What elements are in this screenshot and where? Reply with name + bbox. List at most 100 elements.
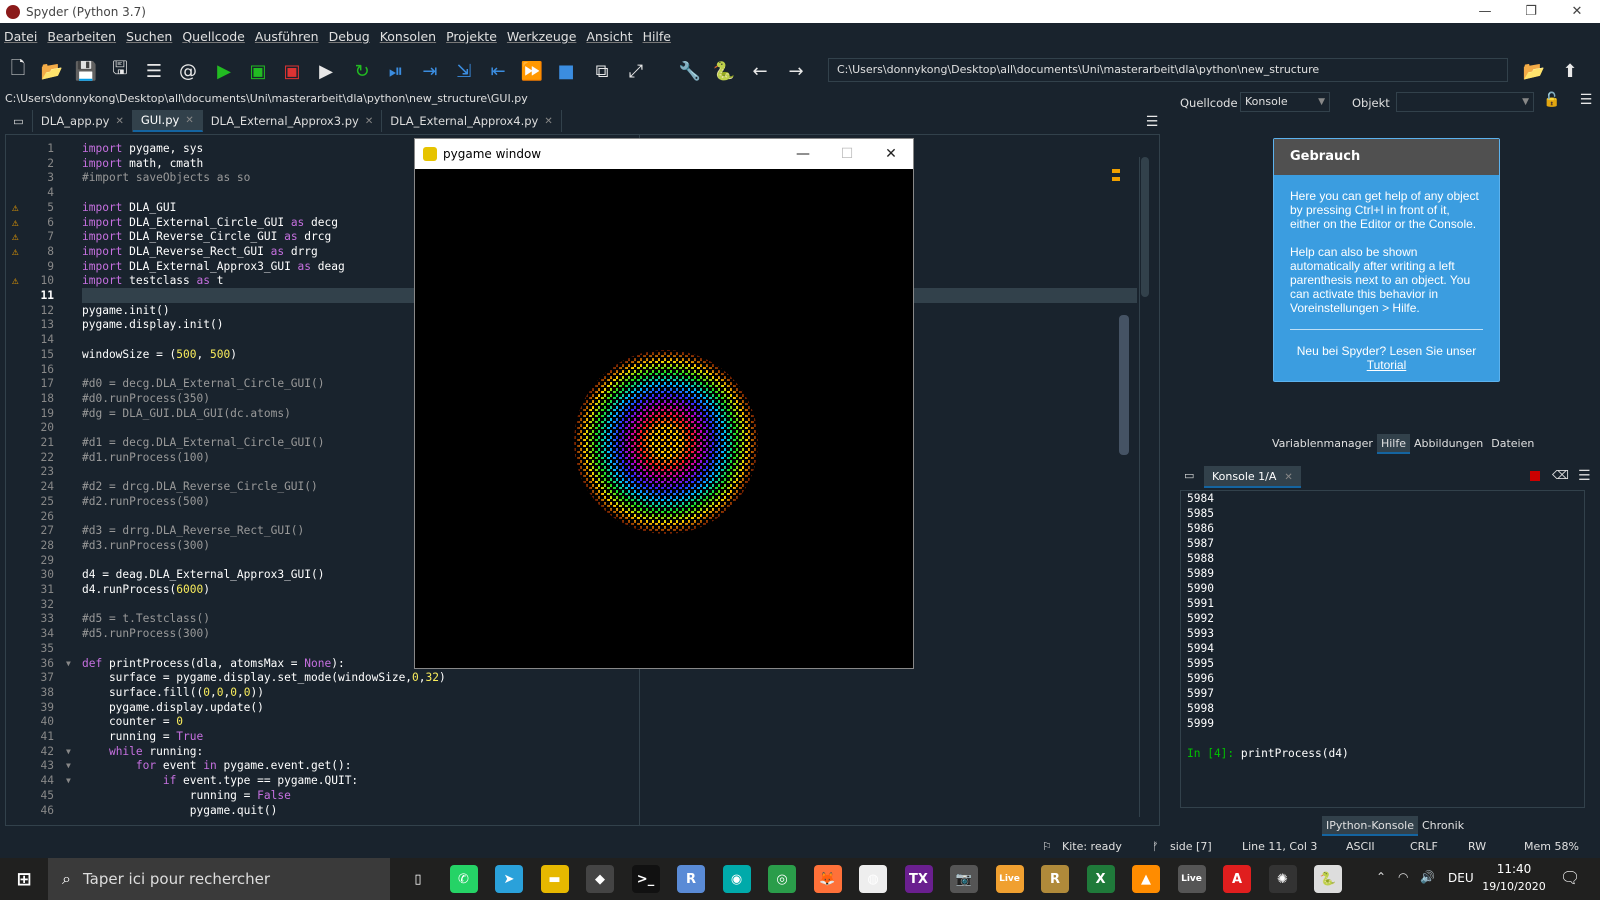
parent-dir-icon[interactable]: ⬆ (1558, 59, 1582, 83)
menu-debug[interactable]: Debug (329, 29, 370, 44)
source-combo[interactable]: Konsole ▼ (1240, 92, 1330, 112)
menu-datei[interactable]: Datei (4, 29, 37, 44)
menu-hilfe[interactable]: Hilfe (643, 29, 671, 44)
menu-projekte[interactable]: Projekte (446, 29, 497, 44)
working-directory-input[interactable]: C:\Users\donnykong\Desktop\all\documents… (828, 58, 1508, 82)
fold-icon[interactable]: ▼ (66, 773, 71, 788)
code-line[interactable]: 40 counter = 0 (6, 714, 1126, 729)
code-line[interactable]: 46 pygame.quit() (6, 803, 1126, 818)
close-tab-icon[interactable]: ✕ (544, 116, 552, 127)
pygame-titlebar[interactable]: pygame window — ☐ ✕ (415, 139, 913, 169)
console-prompt-line[interactable]: In [4]: printProcess(d4) (1181, 746, 1584, 761)
step-return-icon[interactable]: ⇤ (486, 59, 510, 83)
run-selection-icon[interactable]: ▶ (314, 59, 338, 83)
tab-variablenmanager[interactable]: Variablenmanager (1268, 434, 1377, 454)
forward-arrow-icon[interactable]: → (784, 59, 808, 83)
python-path-icon[interactable]: 🐍 (712, 59, 736, 83)
run-cell-advance-icon[interactable]: ▣ (280, 59, 304, 83)
editor-scrollbar[interactable] (1139, 157, 1149, 817)
excel-icon[interactable]: X (1086, 865, 1115, 893)
close-tab-icon[interactable]: ✕ (365, 116, 373, 127)
spider-icon[interactable]: ✺ (1268, 865, 1297, 893)
code-line[interactable]: 45 running = False (6, 788, 1126, 803)
fold-icon[interactable]: ▼ (66, 758, 71, 773)
wrench-icon[interactable]: 🔧 (678, 59, 702, 83)
open-folder-icon[interactable]: 📂 (40, 59, 64, 83)
menu-konsolen[interactable]: Konsolen (380, 29, 436, 44)
new-file-icon[interactable]: 🗋 (6, 58, 30, 83)
code-line[interactable]: 44 if event.type == pygame.QUIT: ▼ (6, 773, 1126, 788)
code-line[interactable]: 43 for event in pygame.event.get(): ▼ (6, 758, 1126, 773)
task-view-icon[interactable]: ▯ (404, 865, 432, 893)
tab-chronik[interactable]: Chronik (1418, 816, 1468, 836)
tutorial-link[interactable]: Tutorial (1367, 358, 1407, 372)
fold-icon[interactable]: ▼ (66, 656, 71, 671)
editor-menu-icon[interactable]: ☰ (1140, 110, 1164, 134)
console-menu-icon[interactable]: ☰ (1578, 468, 1591, 484)
league-icon[interactable]: R (1041, 865, 1069, 893)
vlc-icon[interactable]: ▲ (1132, 865, 1160, 893)
anaconda-icon[interactable]: ◎ (768, 865, 796, 893)
at-icon[interactable]: @ (176, 59, 200, 83)
code-line[interactable]: 42 while running: ▼ (6, 744, 1126, 759)
pdf-icon[interactable]: A (1223, 865, 1251, 893)
taskbar-search[interactable]: ⌕ Taper ici pour rechercher (48, 858, 390, 900)
code-line[interactable]: 37 surface = pygame.display.set_mode(win… (6, 670, 1126, 685)
console-tab[interactable]: Konsole 1/A ✕ (1204, 466, 1301, 488)
telegram-icon[interactable]: ➤ (495, 865, 523, 893)
code-line[interactable]: 41 running = True (6, 729, 1126, 744)
step-icon[interactable]: ⇥ (418, 59, 442, 83)
pygame-minimize-icon[interactable]: — (781, 139, 825, 169)
notifications-icon[interactable]: 🗨 (1560, 868, 1580, 887)
tab-dateien[interactable]: Dateien (1487, 434, 1538, 454)
tray-up-icon[interactable]: ⌃ (1376, 870, 1386, 884)
run-icon[interactable]: ▶ (212, 59, 236, 83)
maximize-pane-icon[interactable]: ⧉ (590, 59, 614, 83)
pygame-close-icon[interactable]: ✕ (869, 139, 913, 169)
menu-quellcode[interactable]: Quellcode (182, 29, 245, 44)
tab-external-approx4[interactable]: DLA_External_Approx4.py ✕ (382, 110, 562, 132)
tab-gui[interactable]: GUI.py ✕ (132, 110, 203, 132)
help-menu-icon[interactable]: ☰ (1574, 88, 1598, 112)
debug-icon[interactable]: ⏯ (384, 59, 408, 83)
code-line[interactable]: 39 pygame.display.update() (6, 700, 1126, 715)
live-icon[interactable]: Live (1177, 865, 1206, 893)
wifi-icon[interactable]: ◠ (1398, 870, 1408, 884)
eraser-icon[interactable]: ⌫ (1552, 468, 1569, 482)
warning-icon[interactable]: ⚠ (12, 215, 24, 229)
chrome-icon[interactable]: ◍ (859, 865, 887, 893)
tab-dla-app[interactable]: DLA_app.py ✕ (33, 110, 133, 132)
warning-icon[interactable]: ⚠ (12, 200, 24, 214)
tab-external-approx3[interactable]: DLA_External_Approx3.py ✕ (203, 110, 383, 132)
terminal-icon[interactable]: >_ (631, 865, 660, 893)
editor-scroll-thumb[interactable] (1119, 315, 1129, 455)
menu-suchen[interactable]: Suchen (126, 29, 172, 44)
stop-icon[interactable]: ■ (554, 59, 578, 83)
volume-icon[interactable]: 🔊 (1420, 870, 1435, 884)
scrollbar-thumb[interactable] (1141, 157, 1149, 297)
minimize-icon[interactable]: — (1462, 0, 1508, 23)
back-arrow-icon[interactable]: ← (748, 59, 772, 83)
whatsapp-icon[interactable]: ✆ (449, 865, 478, 893)
texstudio-icon[interactable]: TX (904, 865, 933, 893)
warning-icon[interactable]: ⚠ (12, 273, 24, 287)
close-tab-icon[interactable]: ✕ (115, 116, 123, 127)
menu-bearbeiten[interactable]: Bearbeiten (47, 29, 116, 44)
firefox-icon[interactable]: 🦊 (813, 865, 842, 893)
browse-folder-icon[interactable]: 📂 (1522, 59, 1546, 83)
git-icon[interactable]: ◆ (586, 865, 614, 893)
ipython-console[interactable]: 5984 5985 5986 5987 5988 5989 5990 5991 5992 5993… (1180, 490, 1585, 808)
warning-icon[interactable]: ⚠ (12, 229, 24, 243)
menu-ausfuehren[interactable]: Ausführen (255, 29, 319, 44)
menu-werkzeuge[interactable]: Werkzeuge (507, 29, 577, 44)
save-all-icon[interactable]: 🖫 (108, 58, 132, 83)
lock-icon[interactable]: 🔓 (1540, 88, 1564, 112)
pygame-maximize-icon[interactable]: ☐ (825, 139, 869, 169)
gitkraken-icon[interactable]: ◉ (722, 865, 751, 893)
language-indicator[interactable]: DEU (1448, 871, 1474, 885)
file-explorer-icon[interactable]: ▬ (540, 865, 569, 893)
tab-hilfe[interactable]: Hilfe (1376, 434, 1410, 454)
close-tab-icon[interactable]: ✕ (1284, 472, 1292, 483)
ableton-live-icon[interactable]: Live (995, 865, 1024, 893)
code-line[interactable]: 38 surface.fill((0,0,0,0)) (6, 685, 1126, 700)
